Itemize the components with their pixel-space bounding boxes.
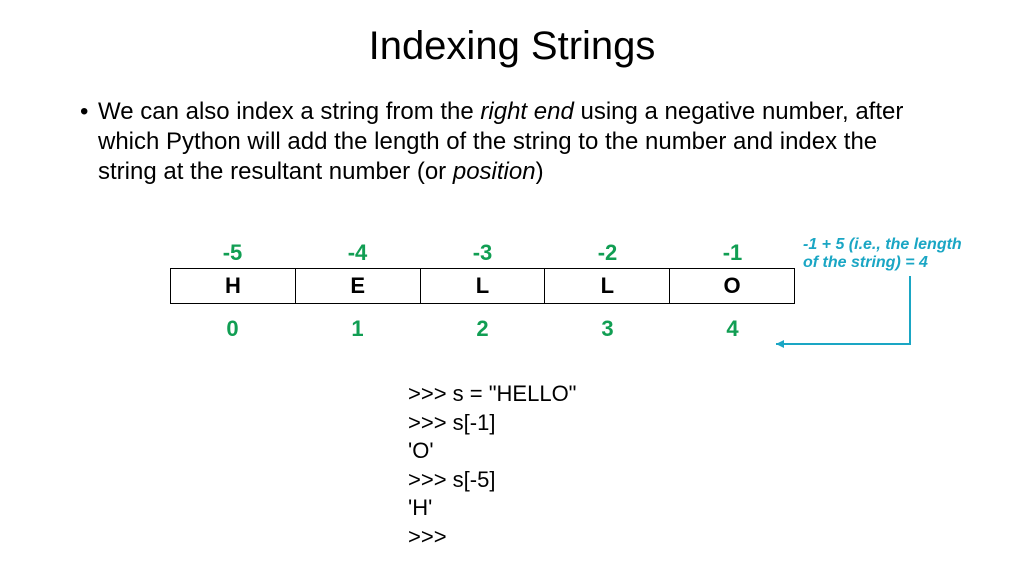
neg-index: -4	[295, 240, 420, 266]
string-index-diagram: -5 -4 -3 -2 -1 H E L L O 0 1 2 3 4	[170, 240, 795, 342]
neg-index: -5	[170, 240, 295, 266]
code-block: >>> s = "HELLO" >>> s[-1] 'O' >>> s[-5] …	[408, 380, 577, 552]
char-table-row: H E L L O	[170, 268, 795, 304]
code-line: >>>	[408, 523, 577, 552]
annotation-line2: of the string) = 4	[803, 254, 928, 271]
code-line: >>> s[-5]	[408, 466, 577, 495]
bullet-item: • We can also index a string from the ri…	[0, 97, 1024, 187]
char-cell: L	[420, 268, 546, 304]
code-line: >>> s = "HELLO"	[408, 380, 577, 409]
bullet-text-pre: We can also index a string from the	[98, 98, 480, 125]
annotation-line1: -1 + 5 (i.e., the length	[803, 236, 962, 253]
pos-index: 2	[420, 316, 545, 342]
neg-index: -1	[670, 240, 795, 266]
negative-index-row: -5 -4 -3 -2 -1	[170, 240, 795, 266]
bullet-dot: •	[80, 97, 88, 127]
neg-index: -2	[545, 240, 670, 266]
bullet-em2: position	[453, 158, 536, 185]
positive-index-row: 0 1 2 3 4	[170, 316, 795, 342]
char-cell: H	[170, 268, 296, 304]
bullet-text-post: )	[536, 158, 544, 185]
page-title: Indexing Strings	[0, 0, 1024, 97]
pos-index: 3	[545, 316, 670, 342]
char-cell: O	[669, 268, 795, 304]
neg-index: -3	[420, 240, 545, 266]
code-line: >>> s[-1]	[408, 409, 577, 438]
pos-index: 4	[670, 316, 795, 342]
code-line: 'H'	[408, 494, 577, 523]
pos-index: 0	[170, 316, 295, 342]
code-line: 'O'	[408, 437, 577, 466]
bullet-em1: right end	[480, 98, 573, 125]
annotation-text: -1 + 5 (i.e., the length of the string) …	[803, 236, 1003, 273]
pos-index: 1	[295, 316, 420, 342]
char-cell: E	[295, 268, 421, 304]
char-cell: L	[544, 268, 670, 304]
